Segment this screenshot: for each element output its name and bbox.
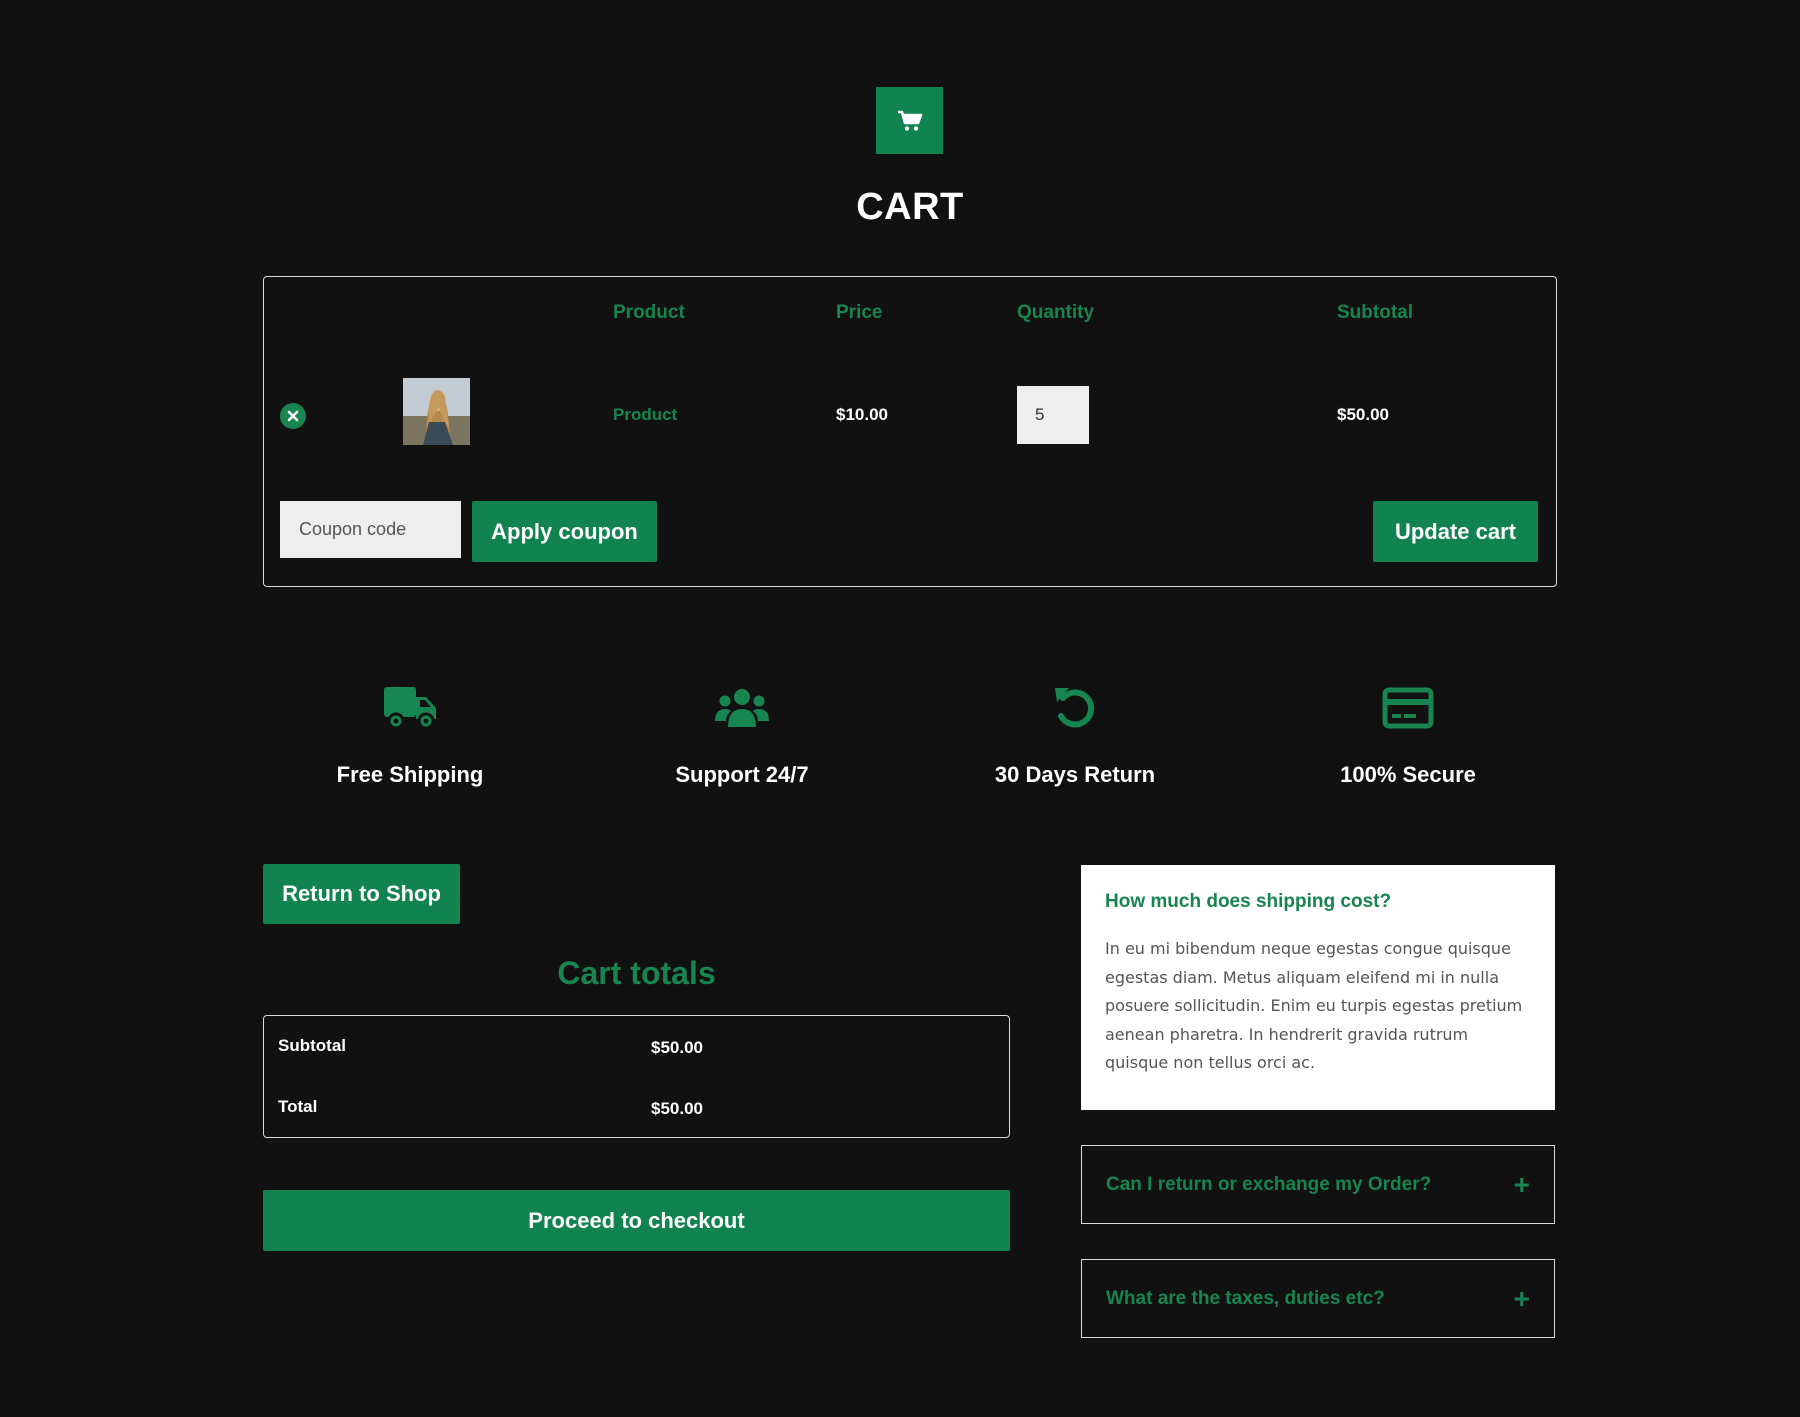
- feature-label: Support 24/7: [675, 762, 809, 787]
- feature-free-shipping: Free Shipping: [280, 680, 540, 788]
- product-name-link[interactable]: Product: [613, 405, 677, 425]
- subtotal-value: $50.00: [651, 1038, 703, 1057]
- update-cart-button[interactable]: Update cart: [1373, 501, 1538, 562]
- faq-answer: In eu mi bibendum neque egestas congue q…: [1105, 939, 1523, 1072]
- feature-support: Support 24/7: [612, 680, 872, 788]
- product-thumbnail[interactable]: [403, 378, 470, 445]
- shopping-cart-icon: [897, 110, 922, 131]
- column-header-price: Price: [836, 302, 883, 323]
- column-header-product: Product: [613, 302, 685, 323]
- page-title: CART: [856, 186, 964, 228]
- total-value: $50.00: [651, 1099, 703, 1118]
- return-to-shop-button[interactable]: Return to Shop: [263, 864, 460, 924]
- feature-label: 100% Secure: [1340, 762, 1476, 787]
- close-icon: [287, 410, 299, 422]
- coupon-code-input[interactable]: [280, 501, 461, 558]
- cart-icon-badge: [876, 87, 943, 154]
- truck-icon: [384, 687, 436, 730]
- remove-item-icon[interactable]: [280, 403, 306, 429]
- feature-label: Free Shipping: [336, 762, 484, 787]
- cart-totals-table: [263, 1015, 1010, 1138]
- total-label: Total: [278, 1097, 318, 1116]
- cart-totals-title: Cart totals: [557, 955, 716, 991]
- undo-icon: [1055, 688, 1095, 728]
- credit-card-icon: [1382, 687, 1434, 729]
- faq-item-shipping[interactable]: How much does shipping cost? In eu mi bi…: [1081, 865, 1555, 1110]
- plus-icon[interactable]: +: [1514, 1170, 1530, 1199]
- faq-item-returns[interactable]: Can I return or exchange my Order? +: [1081, 1145, 1555, 1224]
- quantity-input[interactable]: [1017, 386, 1089, 444]
- column-header-subtotal: Subtotal: [1337, 302, 1413, 323]
- proceed-to-checkout-button[interactable]: Proceed to checkout: [263, 1190, 1010, 1251]
- feature-secure: 100% Secure: [1278, 680, 1538, 788]
- users-icon: [715, 689, 769, 727]
- faq-item-taxes[interactable]: What are the taxes, duties etc? +: [1081, 1259, 1555, 1338]
- faq-question[interactable]: How much does shipping cost?: [1105, 891, 1531, 913]
- faq-question[interactable]: What are the taxes, duties etc?: [1106, 1288, 1385, 1310]
- product-price: $10.00: [836, 405, 888, 424]
- feature-label: 30 Days Return: [994, 762, 1156, 787]
- apply-coupon-button[interactable]: Apply coupon: [472, 501, 657, 562]
- product-subtotal: $50.00: [1337, 405, 1389, 424]
- plus-icon[interactable]: +: [1514, 1284, 1530, 1313]
- column-header-quantity: Quantity: [1017, 302, 1095, 323]
- feature-returns: 30 Days Return: [945, 680, 1205, 788]
- faq-question[interactable]: Can I return or exchange my Order?: [1106, 1174, 1431, 1196]
- subtotal-label: Subtotal: [278, 1036, 346, 1055]
